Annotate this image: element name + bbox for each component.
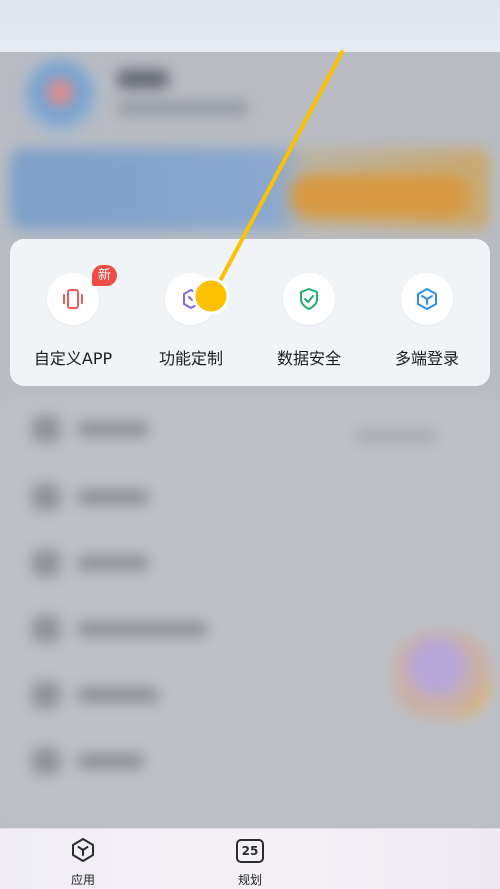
quick-actions-card: 新 自定义APP 功能定制 数据安全 多端登录	[10, 239, 490, 386]
quick-action-label: 自定义APP	[33, 349, 113, 368]
nav-tab-apps[interactable]: 应用	[53, 837, 113, 887]
profile-name-placeholder	[118, 70, 168, 88]
new-badge: 新	[92, 265, 118, 286]
tag-customize-icon	[165, 273, 217, 325]
shield-check-icon	[283, 273, 335, 325]
blurred-background	[0, 52, 500, 828]
list-item	[32, 616, 292, 642]
quick-action-data-security[interactable]: 数据安全	[250, 273, 368, 373]
banner-button	[290, 174, 470, 218]
list-item	[32, 682, 292, 708]
profile-subtitle-placeholder	[118, 102, 248, 114]
list-item	[32, 416, 292, 442]
quick-action-label: 多端登录	[394, 349, 459, 368]
list-item	[32, 550, 292, 576]
nav-tab-label: 应用	[70, 873, 95, 887]
nav-tab-label: 规划	[237, 873, 262, 887]
cube-icon	[401, 273, 453, 325]
floating-mascot	[394, 632, 490, 718]
quick-action-custom-app[interactable]: 新 自定义APP	[14, 265, 132, 373]
list-item-value	[356, 430, 436, 442]
settings-list	[0, 398, 500, 828]
list-item	[32, 484, 292, 510]
list-item	[32, 748, 292, 774]
avatar	[22, 58, 98, 134]
bottom-nav: 应用 25 规划	[0, 828, 500, 889]
status-bar	[0, 0, 500, 52]
quick-action-label: 功能定制	[158, 349, 223, 368]
quick-action-multi-device-login[interactable]: 多端登录	[368, 273, 486, 373]
quick-action-feature-customize[interactable]: 功能定制	[132, 273, 250, 373]
app-hub-icon	[72, 838, 94, 862]
calendar-icon: 25	[236, 839, 264, 863]
quick-action-label: 数据安全	[276, 349, 341, 368]
nav-tab-planning[interactable]: 25 规划	[220, 837, 280, 887]
